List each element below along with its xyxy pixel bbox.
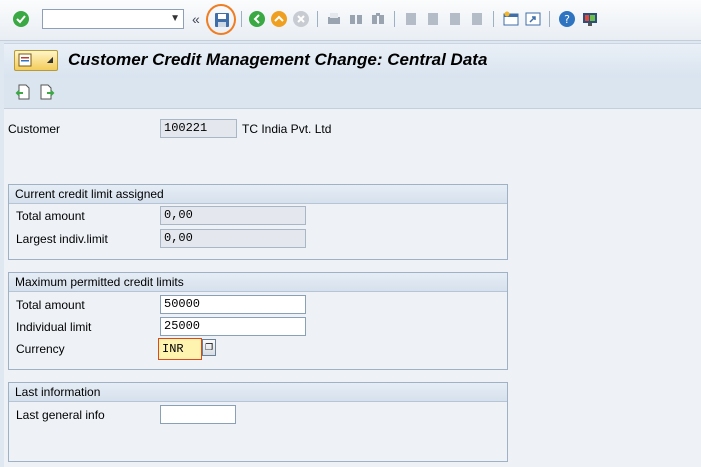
menu-button[interactable]: ◢ — [14, 50, 58, 71]
back-icon[interactable] — [248, 10, 266, 28]
find-icon[interactable] — [347, 10, 365, 28]
check-icon[interactable] — [12, 10, 30, 28]
max-total-amount-label: Total amount — [16, 298, 85, 312]
application-toolbar — [4, 78, 701, 109]
collapse-icon[interactable]: « — [192, 11, 200, 27]
max-total-amount-field[interactable]: 50000 — [160, 295, 306, 314]
system-toolbar: ▼ « ? — [0, 0, 701, 41]
customer-number-field[interactable]: 100221 — [160, 119, 237, 138]
previous-screen-icon[interactable] — [15, 84, 31, 100]
individual-limit-label: Individual limit — [16, 320, 92, 334]
toolbar-separator — [493, 11, 494, 27]
customer-label: Customer — [8, 122, 61, 136]
previous-page-icon[interactable] — [424, 10, 442, 28]
largest-limit-field[interactable]: 0,00 — [160, 229, 306, 248]
menu-icon — [18, 53, 32, 67]
cancel-icon[interactable] — [292, 10, 310, 28]
current-total-amount-field[interactable]: 0,00 — [160, 206, 306, 225]
svg-text:?: ? — [564, 13, 570, 26]
print-icon[interactable] — [325, 10, 343, 28]
group-title: Last information — [9, 383, 507, 402]
total-amount-label: Total amount — [16, 209, 85, 223]
shortcut-icon[interactable] — [524, 10, 542, 28]
customer-name: TC India Pvt. Ltd — [242, 122, 332, 136]
individual-limit-field[interactable]: 25000 — [160, 317, 306, 336]
toolbar-separator — [317, 11, 318, 27]
command-field[interactable]: ▼ — [42, 9, 184, 29]
value-help-icon: ❐ — [204, 342, 214, 352]
value-help-button[interactable]: ❐ — [202, 339, 216, 356]
customize-layout-icon[interactable] — [581, 10, 599, 28]
toolbar-separator — [394, 11, 395, 27]
page-title: Customer Credit Management Change: Centr… — [68, 50, 488, 69]
main-content: Customer 100221 TC India Pvt. Ltd Curren… — [4, 109, 701, 467]
help-icon[interactable]: ? — [558, 10, 576, 28]
last-page-icon[interactable] — [468, 10, 486, 28]
group-title: Maximum permitted credit limits — [9, 273, 507, 292]
currency-label: Currency — [16, 342, 65, 356]
chevron-down-icon[interactable]: ▼ — [170, 13, 180, 24]
toolbar-separator — [241, 11, 242, 27]
triangle-down-icon: ◢ — [46, 55, 53, 64]
last-general-info-field[interactable] — [160, 405, 236, 424]
next-screen-icon[interactable] — [39, 84, 55, 100]
toolbar-separator — [549, 11, 550, 27]
last-information-group: Last information — [8, 382, 508, 462]
group-title: Current credit limit assigned — [9, 185, 507, 204]
exit-icon[interactable] — [270, 10, 288, 28]
last-general-info-label: Last general info — [16, 408, 105, 422]
create-session-icon[interactable] — [502, 10, 520, 28]
first-page-icon[interactable] — [402, 10, 420, 28]
currency-field[interactable]: INR — [158, 338, 202, 360]
save-icon[interactable] — [213, 11, 231, 29]
next-page-icon[interactable] — [446, 10, 464, 28]
title-bar: ◢ Customer Credit Management Change: Cen… — [4, 43, 701, 79]
largest-limit-label: Largest indiv.limit — [16, 232, 108, 246]
find-next-icon[interactable] — [369, 10, 387, 28]
